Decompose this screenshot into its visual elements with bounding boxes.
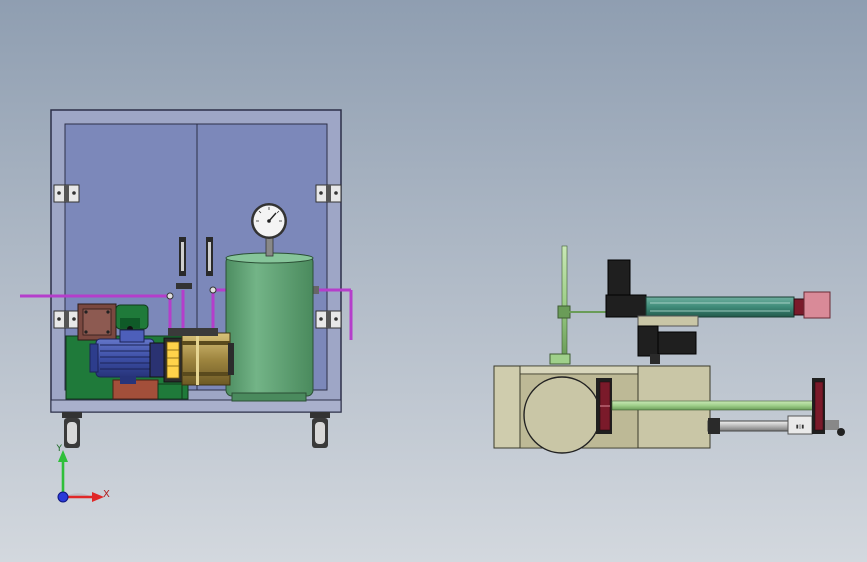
pipe-cross-section — [523, 376, 601, 454]
guide-rail — [611, 400, 815, 411]
hinge-icon — [53, 310, 80, 329]
axis-label-y: Y — [56, 444, 63, 454]
caster-wheel-icon — [310, 412, 330, 448]
cylinder-label-mark: ▮▯▮ — [796, 424, 805, 430]
caster-wheel-icon — [62, 412, 82, 448]
axis-label-x: X — [103, 489, 110, 500]
clamp-pad-left[interactable] — [596, 378, 612, 434]
oil-tank[interactable] — [225, 252, 314, 402]
door-handle-right[interactable] — [206, 237, 213, 276]
pump-coupling[interactable] — [149, 337, 183, 383]
hydraulic-pump-cabinet[interactable] — [20, 109, 353, 448]
hinge-icon — [315, 184, 342, 203]
cable-gland — [115, 304, 149, 332]
terminal-box[interactable] — [77, 303, 117, 341]
cabinet-base-plate — [50, 399, 342, 413]
cad-viewport[interactable]: ▮▯▮ Y X — [0, 0, 867, 562]
hinge-icon — [315, 310, 342, 329]
hinge-icon — [53, 184, 80, 203]
door-handle-left[interactable] — [179, 237, 186, 276]
